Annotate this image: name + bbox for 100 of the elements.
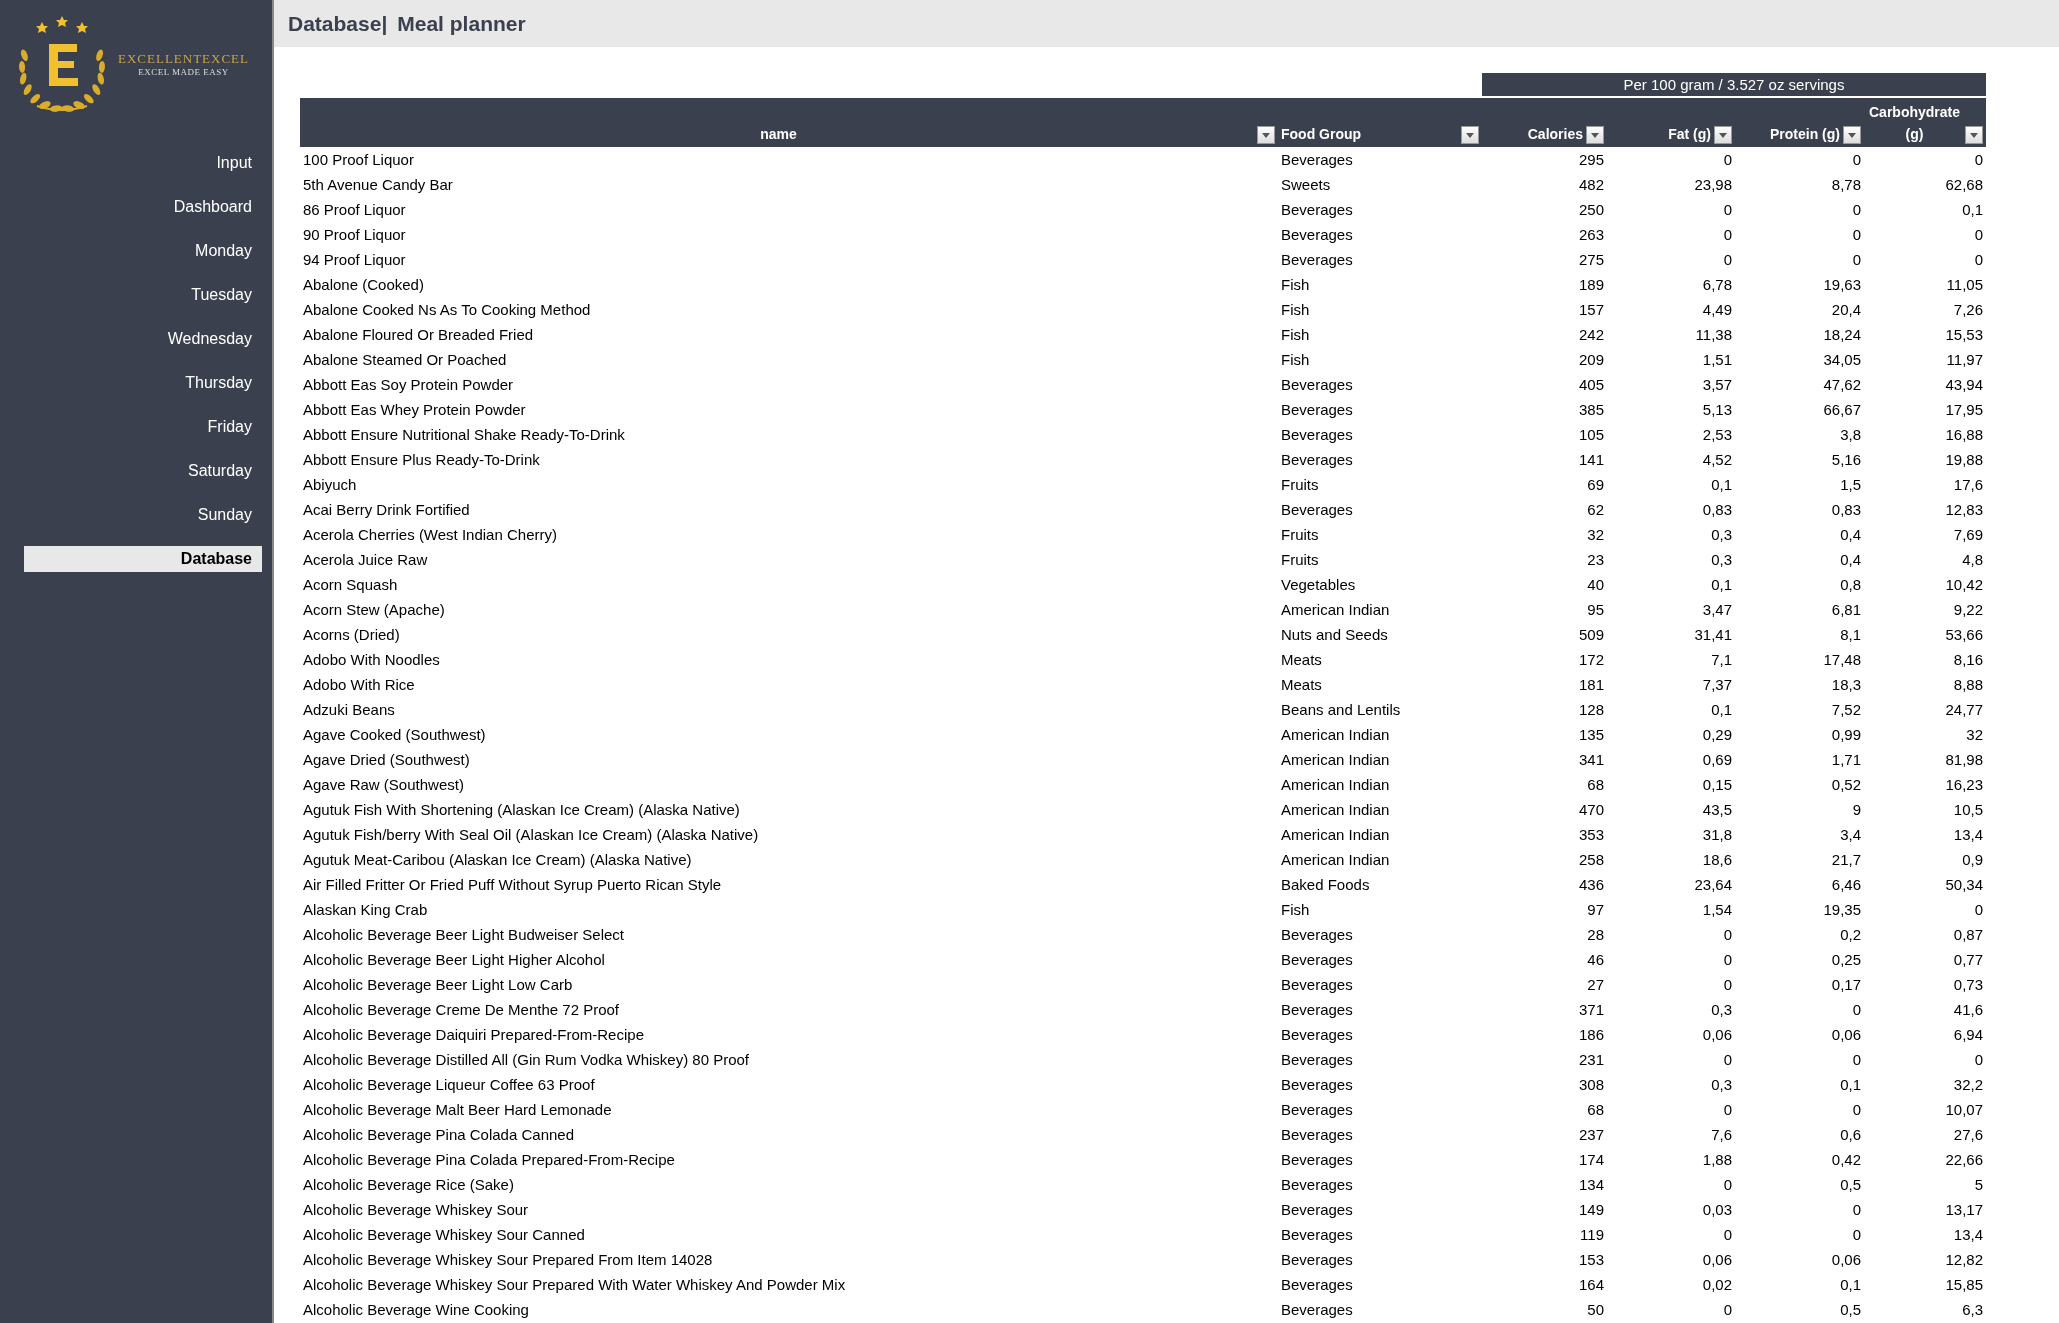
- table-cell-text: Beverages: [1280, 976, 1354, 993]
- table-cell-text: 7,69: [1952, 526, 1984, 543]
- table-cell-text: Fish: [1280, 901, 1311, 918]
- table-cell-text: Vegetables: [1280, 576, 1357, 593]
- table-cell-text: 90 Proof Liquor: [302, 226, 407, 243]
- sidebar-item[interactable]: Thursday: [24, 370, 262, 396]
- sidebar-item[interactable]: Sunday: [24, 502, 262, 528]
- table-cell-text: 27,6: [1952, 1126, 1984, 1143]
- table-cell-text: 482: [1577, 176, 1605, 193]
- table-cell-text: Fruits: [1280, 526, 1320, 543]
- table-cell-text: Fish: [1280, 351, 1311, 368]
- table-cell-text: 34,05: [1822, 351, 1862, 368]
- brand-tagline: EXCEL MADE EASY: [138, 67, 229, 77]
- table-cell-text: 4,8: [1961, 551, 1984, 568]
- table-cell-text: 13,17: [1944, 1201, 1984, 1218]
- servings-banner: Per 100 gram / 3.527 oz servings: [1482, 73, 1986, 96]
- table-cell-text: 32: [1965, 726, 1984, 743]
- table-cell-text: Meats: [1280, 651, 1323, 668]
- filter-button[interactable]: [1714, 126, 1732, 144]
- filter-button[interactable]: [1965, 126, 1983, 144]
- table-cell-text: 258: [1577, 851, 1605, 868]
- table-cell-text: 50,34: [1944, 876, 1984, 893]
- table-cell-text: Beverages: [1280, 501, 1354, 518]
- sidebar-item[interactable]: Tuesday: [24, 282, 262, 308]
- table-cell-text: Beverages: [1280, 1201, 1354, 1218]
- table-cell-text: American Indian: [1280, 776, 1391, 793]
- table-cell-text: 0,1: [1710, 701, 1733, 718]
- table-cell-text: 0,17: [1830, 976, 1862, 993]
- table-cell-text: 0,2: [1839, 926, 1862, 943]
- table-cell-text: 6,46: [1830, 876, 1862, 893]
- table-cell-text: Baked Foods: [1280, 876, 1371, 893]
- table-cell-text: 275: [1577, 251, 1605, 268]
- table-cell-text: 8,78: [1830, 176, 1862, 193]
- table-cell-text: 353: [1577, 826, 1605, 843]
- table-cell-text: 0: [1722, 951, 1733, 968]
- table-cell-text: 23,64: [1693, 876, 1733, 893]
- table-cell-text: 0,15: [1701, 776, 1733, 793]
- table-cell-text: 47,62: [1822, 376, 1862, 393]
- table-cell-text: 0,06: [1830, 1026, 1862, 1043]
- table-cell-text: 0: [1851, 1051, 1862, 1068]
- table-cell-text: 172: [1577, 651, 1605, 668]
- table-cell-text: 209: [1577, 351, 1605, 368]
- sidebar-item[interactable]: Input: [24, 150, 262, 176]
- table-cell-text: Adobo With Rice: [302, 676, 416, 693]
- sidebar-item[interactable]: Saturday: [24, 458, 262, 484]
- table-cell-text: 18,6: [1701, 851, 1733, 868]
- table-cell-text: American Indian: [1280, 826, 1391, 843]
- table-cell-text: 62,68: [1944, 176, 1984, 193]
- table-cell-text: 7,26: [1952, 301, 1984, 318]
- table-cell-text: Beverages: [1280, 1176, 1354, 1193]
- table-cell-text: 0,42: [1830, 1151, 1862, 1168]
- sidebar-item[interactable]: Monday: [24, 238, 262, 264]
- table-cell-text: 7,1: [1710, 651, 1733, 668]
- table-cell-text: 11,97: [1945, 351, 1984, 368]
- table-cell-text: Acorn Squash: [302, 576, 399, 593]
- table-cell-text: 0,3: [1710, 551, 1733, 568]
- table-cell-text: 66,67: [1822, 401, 1862, 418]
- table-cell-text: 0,06: [1701, 1251, 1733, 1268]
- table-cell-text: Fish: [1280, 326, 1311, 343]
- table-cell-text: 0,77: [1952, 951, 1984, 968]
- table-cell-text: 15,85: [1944, 1276, 1984, 1293]
- table-cell-text: Abalone Cooked Ns As To Cooking Method: [302, 301, 592, 318]
- table-cell-text: 5,13: [1701, 401, 1733, 418]
- table-cell-text: 141: [1577, 451, 1605, 468]
- table-cell-text: Beverages: [1280, 1101, 1354, 1118]
- table-cell-text: 0: [1722, 976, 1733, 993]
- table-cell-text: 470: [1577, 801, 1605, 818]
- table-cell-text: 19,35: [1822, 901, 1862, 918]
- table-cell-text: 0: [1722, 1101, 1733, 1118]
- table-cell-text: Beverages: [1280, 251, 1354, 268]
- caret-icon: [1848, 132, 1856, 138]
- caret-icon: [1466, 132, 1474, 138]
- filter-button[interactable]: [1586, 126, 1604, 144]
- table-cell-text: Acerola Cherries (West Indian Cherry): [302, 526, 558, 543]
- filter-button[interactable]: [1257, 126, 1275, 144]
- table-cell-text: 10,07: [1944, 1101, 1984, 1118]
- table-cell-text: 9: [1851, 801, 1862, 818]
- filter-button[interactable]: [1461, 126, 1479, 144]
- filter-button[interactable]: [1843, 126, 1861, 144]
- table-cell-text: 436: [1577, 876, 1605, 893]
- table-cell-text: 5,16: [1830, 451, 1862, 468]
- sidebar-item[interactable]: Friday: [24, 414, 262, 440]
- table-cell-text: American Indian: [1280, 801, 1391, 818]
- table-cell-text: Alcoholic Beverage Wine Cooking: [302, 1301, 530, 1318]
- table-cell-text: 5th Avenue Candy Bar: [302, 176, 454, 193]
- table-cell-text: 231: [1577, 1051, 1605, 1068]
- table-cell-text: 3,4: [1839, 826, 1862, 843]
- sidebar-item[interactable]: Database: [24, 546, 262, 572]
- table-cell-text: 0: [1973, 226, 1984, 243]
- table-cell-text: Beverages: [1280, 426, 1354, 443]
- table-cell-text: Beverages: [1280, 1226, 1354, 1243]
- table-cell-text: 0,5: [1839, 1176, 1862, 1193]
- table-cell-text: 22,66: [1944, 1151, 1984, 1168]
- sidebar-item[interactable]: Dashboard: [24, 194, 262, 220]
- sidebar-item[interactable]: Wednesday: [24, 326, 262, 352]
- table-cell-text: 0,8: [1839, 576, 1862, 593]
- table-cell-text: 0: [1851, 1101, 1862, 1118]
- page-title: Meal planner: [397, 11, 526, 36]
- table-cell-text: Beverages: [1280, 1151, 1354, 1168]
- table-cell-text: Beverages: [1280, 1076, 1354, 1093]
